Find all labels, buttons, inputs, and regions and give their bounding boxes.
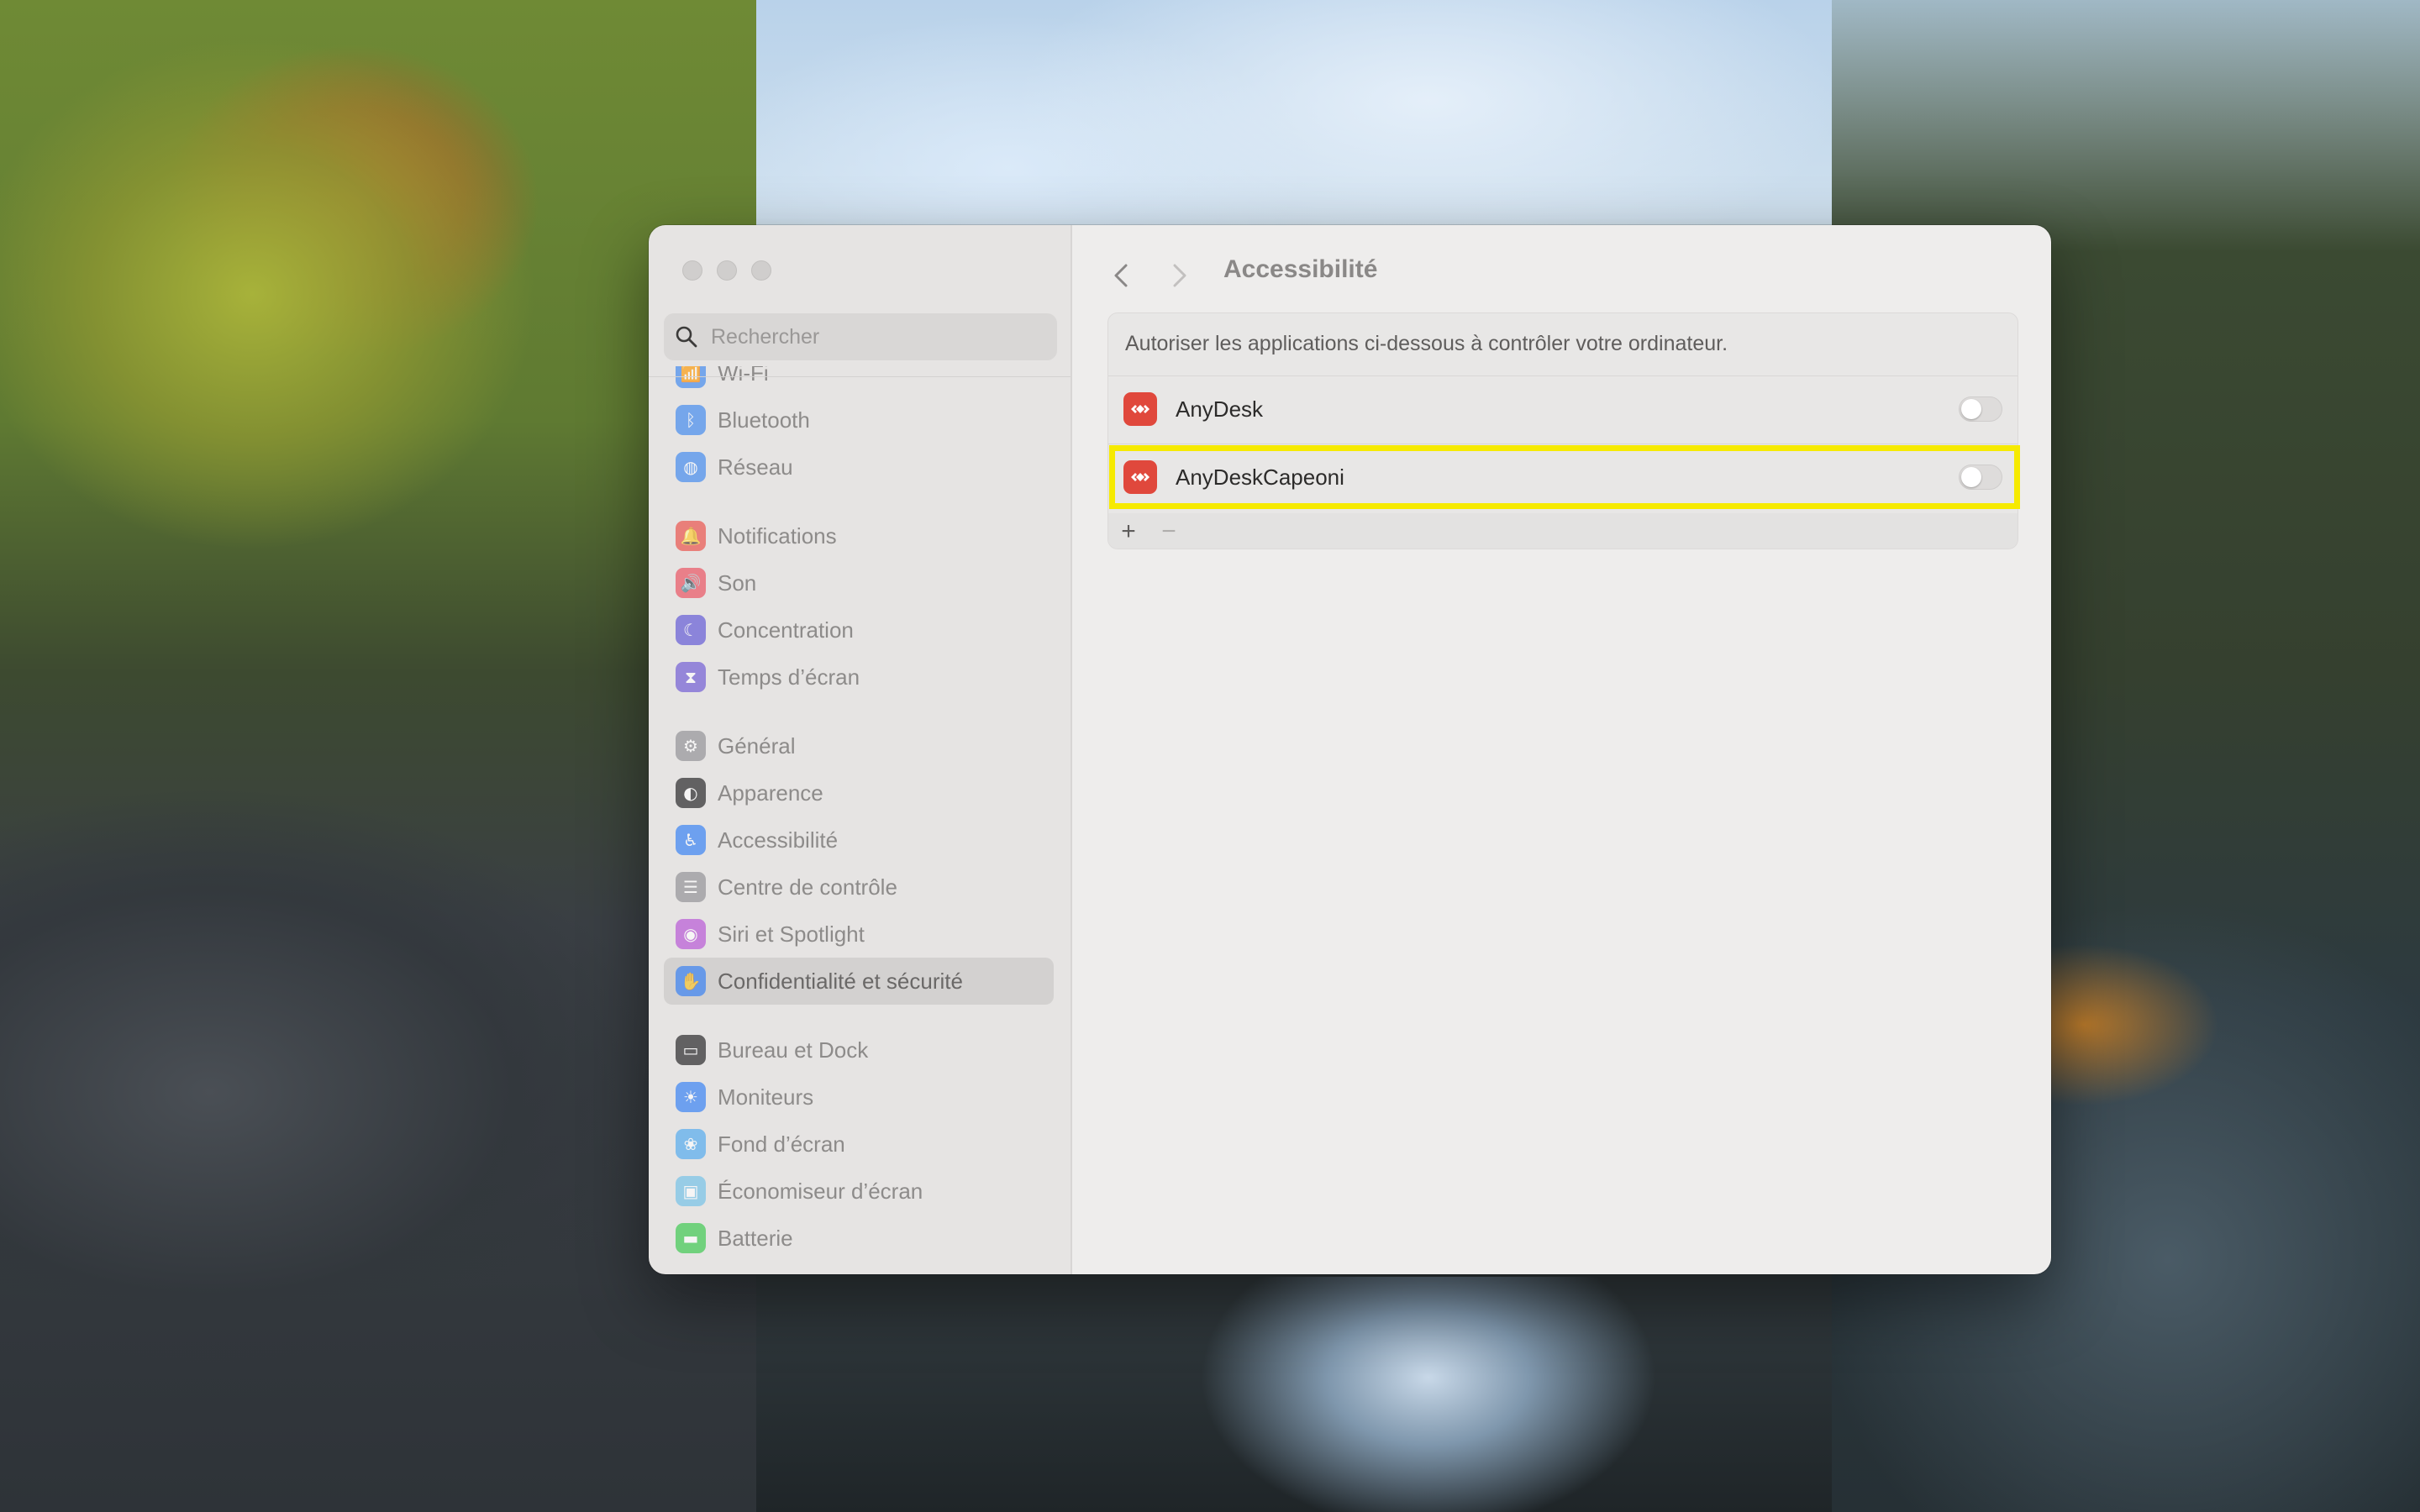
sidebar: 📶Wi-Fi ᛒ Bluetooth ◍ Réseau 🔔 Notifications 🔊 So…: [649, 225, 1072, 1274]
anydesk-icon: [1123, 460, 1157, 494]
close-window-button[interactable]: [682, 260, 702, 281]
search-input[interactable]: [709, 323, 1032, 350]
control-center-icon: ☰: [676, 872, 706, 902]
toggle-knob: [1961, 467, 1981, 487]
bell-icon: 🔔: [676, 521, 706, 551]
wallpaper-forest-left: [0, 0, 756, 1512]
system-settings-window: 📶Wi-Fi ᛒ Bluetooth ◍ Réseau 🔔 Notifications 🔊 So…: [649, 225, 2051, 1274]
sidebar-item-label: Siri et Spotlight: [718, 921, 865, 947]
minimize-window-button[interactable]: [717, 260, 737, 281]
sidebar-item-label: Réseau: [718, 454, 793, 480]
sidebar-item-label: Économiseur d’écran: [718, 1178, 923, 1204]
toggle-switch-anydeskcapeoni[interactable]: [1959, 465, 2002, 490]
sidebar-item-label: Moniteurs: [718, 1084, 814, 1110]
panel-separator: [1108, 375, 2018, 376]
sidebar-item-siri[interactable]: ◉ Siri et Spotlight: [664, 911, 1054, 958]
sidebar-divider: [649, 376, 1071, 377]
page-title: Accessibilité: [1223, 255, 1378, 283]
back-chevron-icon[interactable]: [1109, 259, 1134, 292]
moon-icon: ☾: [676, 615, 706, 645]
battery-icon: ▬: [676, 1223, 706, 1253]
sidebar-item-label: Accessibilité: [718, 827, 839, 853]
sidebar-item-label: Apparence: [718, 780, 823, 806]
forward-chevron-icon[interactable]: [1166, 259, 1192, 292]
app-name: AnyDesk: [1176, 396, 1264, 422]
sidebar-item-label: Temps d’écran: [718, 664, 860, 690]
gear-icon: ⚙: [676, 731, 706, 761]
sidebar-item-battery[interactable]: ▬ Batterie: [664, 1215, 1054, 1262]
app-row-anydeskcapeoni[interactable]: AnyDeskCapeoni: [1108, 445, 2018, 509]
sidebar-item-sun[interactable]: ☀ Moniteurs: [664, 1074, 1054, 1121]
sidebar-search[interactable]: [664, 313, 1057, 360]
sidebar-item-label: Centre de contrôle: [718, 874, 897, 900]
sidebar-item-label: Concentration: [718, 617, 854, 643]
search-icon: [676, 326, 697, 348]
zoom-window-button[interactable]: [751, 260, 771, 281]
appearance-icon: ◐: [676, 778, 706, 808]
globe-icon: ◍: [676, 452, 706, 482]
accessibility-apps-panel: Autoriser les applications ci-dessous à …: [1107, 312, 2018, 549]
window-controls: [682, 260, 771, 281]
sidebar-item-speaker[interactable]: 🔊 Son: [664, 559, 1054, 606]
sidebar-list: 📶 Wi-Fi ᛒ Bluetooth ◍ Réseau 🔔 Notifications 🔊 So…: [664, 366, 1055, 1273]
sidebar-item-label: Batterie: [718, 1225, 793, 1251]
sidebar-item-appearance[interactable]: ◐ Apparence: [664, 769, 1054, 816]
sidebar-item-control-center[interactable]: ☰ Centre de contrôle: [664, 864, 1054, 911]
wifi-icon: 📶: [676, 366, 706, 388]
sidebar-item-bluetooth[interactable]: ᛒ Bluetooth: [664, 396, 1054, 444]
app-row-anydesk[interactable]: AnyDesk: [1108, 377, 2018, 441]
toggle-switch-anydesk[interactable]: [1959, 396, 2002, 422]
sidebar-item-hand[interactable]: ✋ Confidentialité et sécurité: [664, 958, 1054, 1005]
hourglass-icon: ⧗: [676, 662, 706, 692]
sidebar-item-wallpaper[interactable]: ❀ Fond d’écran: [664, 1121, 1054, 1168]
sidebar-item-label: Son: [718, 570, 757, 596]
sidebar-item-label: Bluetooth: [718, 407, 810, 433]
bluetooth-icon: ᛒ: [676, 405, 706, 435]
main-content: Accessibilité Autoriser les applications…: [1072, 225, 2051, 1274]
anydesk-icon: [1123, 392, 1157, 426]
add-app-button[interactable]: +: [1112, 515, 1145, 549]
sidebar-item-dock[interactable]: ▭ Bureau et Dock: [664, 1026, 1054, 1074]
panel-footer: + −: [1108, 513, 2018, 549]
sidebar-item-wifi[interactable]: 📶 Wi-Fi: [664, 366, 1054, 396]
sidebar-item-label: Fond d’écran: [718, 1131, 845, 1157]
app-name: AnyDeskCapeoni: [1176, 464, 1344, 490]
hand-icon: ✋: [676, 966, 706, 996]
sun-icon: ☀: [676, 1082, 706, 1112]
wallpaper-icon: ❀: [676, 1129, 706, 1159]
sidebar-item-moon[interactable]: ☾ Concentration: [664, 606, 1054, 654]
dock-icon: ▭: [676, 1035, 706, 1065]
sidebar-item-label: Notifications: [718, 522, 837, 549]
sidebar-item-hourglass[interactable]: ⧗ Temps d’écran: [664, 654, 1054, 701]
accessibility-icon: ♿: [676, 825, 706, 855]
sidebar-item-accessibility[interactable]: ♿ Accessibilité: [664, 816, 1054, 864]
sidebar-item-gear[interactable]: ⚙ Général: [664, 722, 1054, 769]
toggle-knob: [1961, 399, 1981, 419]
screensaver-icon: ▣: [676, 1176, 706, 1206]
sidebar-item-label: Général: [718, 732, 796, 759]
panel-description: Autoriser les applications ci-dessous à …: [1125, 332, 1728, 355]
sidebar-item-label: Bureau et Dock: [718, 1037, 869, 1063]
remove-app-button[interactable]: −: [1152, 515, 1186, 549]
sidebar-item-screensaver[interactable]: ▣ Économiseur d’écran: [664, 1168, 1054, 1215]
siri-icon: ◉: [676, 919, 706, 949]
sidebar-item-label: Confidentialité et sécurité: [718, 968, 963, 994]
sidebar-item-globe[interactable]: ◍ Réseau: [664, 444, 1054, 491]
speaker-icon: 🔊: [676, 568, 706, 598]
wallpaper-river: [1134, 1277, 1681, 1512]
sidebar-item-bell[interactable]: 🔔 Notifications: [664, 512, 1054, 559]
